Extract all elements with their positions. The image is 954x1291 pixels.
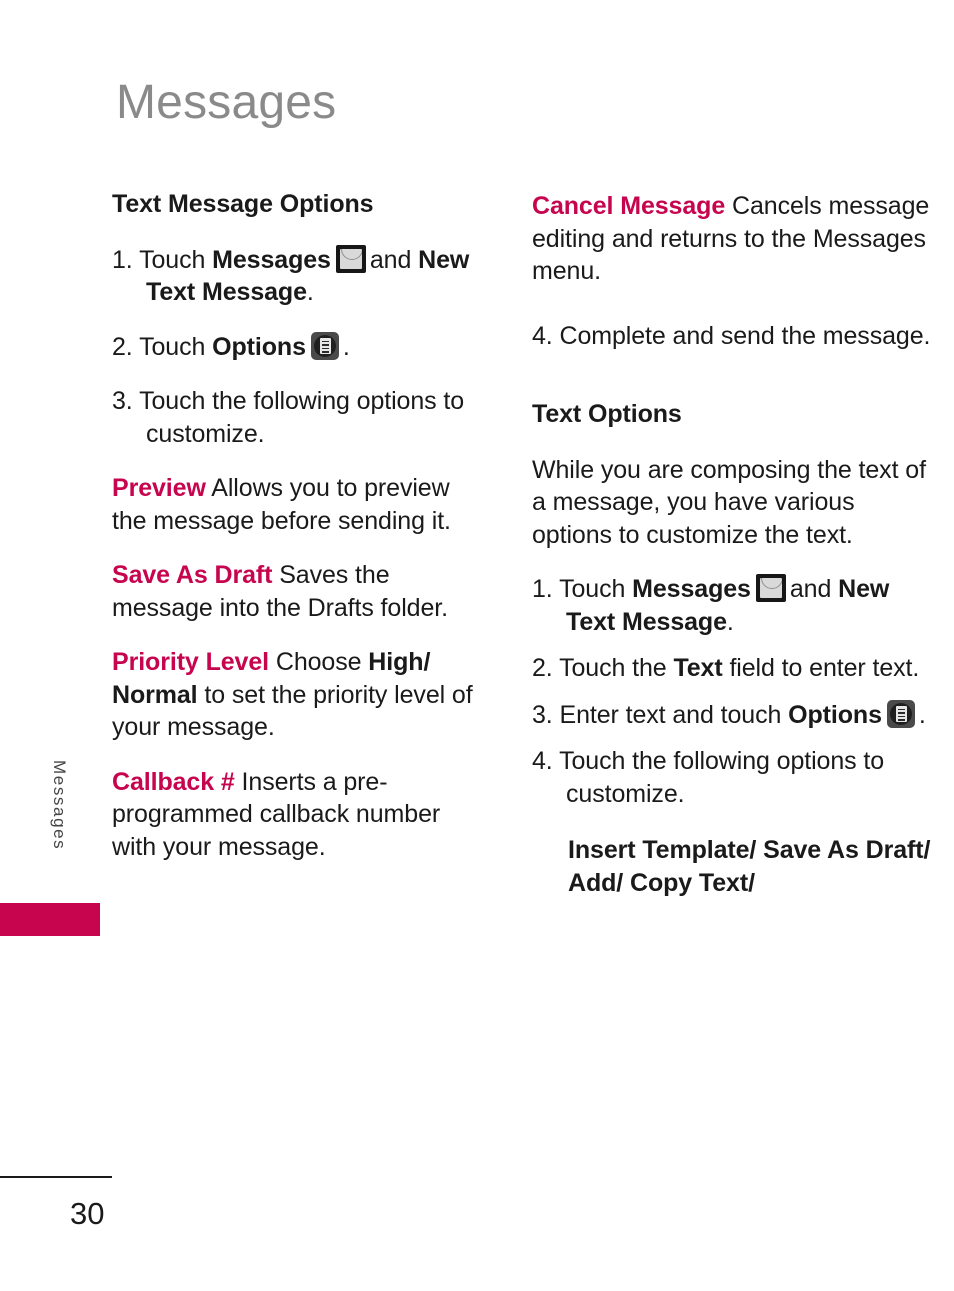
option-priority-level: Priority Level Choose High/ Normal to se…	[112, 646, 480, 744]
left-step-3-text: Touch the following options to customize…	[139, 387, 465, 448]
option-cancel-message-term: Cancel Message	[532, 192, 726, 220]
left-step-1-text-middle: and	[369, 245, 412, 274]
right-options-list-text: Insert Template/ Save As Draft/ Add/ Cop…	[568, 836, 931, 897]
option-preview-term: Preview	[112, 474, 206, 502]
right-step-4b-text: Touch the following options to customize…	[559, 747, 885, 808]
option-priority-level-term: Priority Level	[112, 648, 269, 676]
right-step-1-text-after: .	[726, 607, 734, 636]
right-step-3-text-after: .	[918, 700, 926, 729]
options-list-icon	[310, 331, 339, 360]
option-cancel-message: Cancel Message Cancels message editing a…	[532, 190, 932, 288]
right-step-4: 4. Complete and send the message.	[532, 320, 932, 353]
right-step-2-bold-text-field: Text	[673, 654, 723, 682]
envelope-icon	[335, 244, 366, 273]
left-step-1-number: 1.	[112, 245, 133, 274]
left-step-2-text-after: .	[342, 332, 350, 361]
right-step-1-text-before: Touch	[559, 575, 626, 603]
manual-page: Messages Messages Text Message Options 1…	[0, 0, 954, 1291]
left-step-2-bold-options: Options	[212, 332, 306, 361]
option-save-as-draft-term: Save As Draft	[112, 561, 273, 589]
option-save-as-draft: Save As Draft Saves the message into the…	[112, 559, 480, 624]
left-step-3: 3. Touch the following options to custom…	[112, 385, 480, 450]
option-preview: Preview Allows you to preview the messag…	[112, 472, 480, 537]
left-step-1-text-after: .	[306, 278, 314, 306]
left-step-3-number: 3.	[112, 387, 133, 415]
left-step-2-number: 2.	[112, 332, 133, 361]
right-step-2-text-after: field to enter text.	[729, 654, 920, 682]
right-step-3-text-before: Enter text and touch	[559, 700, 782, 729]
right-step-1: 1. Touch Messages and New Text Message.	[532, 573, 932, 638]
right-step-2-number: 2.	[532, 654, 553, 682]
left-step-2: 2. Touch Options.	[112, 331, 480, 364]
left-section-heading: Text Message Options	[112, 190, 374, 218]
side-tab-label: Messages	[50, 760, 69, 851]
right-step-4b: 4. Touch the following options to custom…	[532, 745, 932, 810]
right-intro-paragraph: While you are composing the text of a me…	[532, 455, 926, 549]
right-step-1-number: 1.	[532, 575, 553, 603]
options-list-icon	[886, 699, 915, 728]
right-step-3-number: 3.	[532, 700, 553, 729]
right-step-1-bold-messages: Messages	[632, 575, 751, 603]
right-options-list: Insert Template/ Save As Draft/ Add/ Cop…	[532, 834, 932, 899]
right-step-4b-number: 4.	[532, 747, 553, 775]
option-callback-number-term: Callback #	[112, 767, 235, 796]
right-column: Cancel Message Cancels message editing a…	[532, 190, 932, 921]
side-tab-marker	[0, 903, 100, 936]
right-section-heading: Text Options	[532, 400, 682, 428]
page-number: 30	[70, 1196, 105, 1231]
right-step-1-text-middle: and	[789, 575, 832, 603]
left-step-1: 1. Touch Messages and New Text Message.	[112, 244, 480, 309]
option-callback-number: Callback # Inserts a pre-programmed call…	[112, 766, 480, 864]
right-step-4-text: Complete and send the message.	[559, 321, 931, 350]
right-step-4-number: 4.	[532, 321, 553, 350]
footer-divider	[0, 1176, 112, 1178]
page-title: Messages	[116, 76, 337, 129]
left-step-2-text-before: Touch	[139, 332, 206, 361]
right-step-2: 2. Touch the Text field to enter text.	[532, 652, 932, 685]
envelope-icon	[755, 574, 786, 602]
left-step-1-text-before: Touch	[139, 245, 206, 274]
left-column: Text Message Options 1. Touch Messages an…	[112, 190, 480, 885]
right-step-3-bold-options: Options	[788, 700, 882, 729]
left-step-1-bold-messages: Messages	[212, 245, 331, 274]
option-priority-level-description-before: Choose	[275, 648, 362, 676]
right-step-3: 3. Enter text and touch Options.	[532, 699, 932, 732]
right-step-2-text-before: Touch the	[559, 654, 667, 682]
